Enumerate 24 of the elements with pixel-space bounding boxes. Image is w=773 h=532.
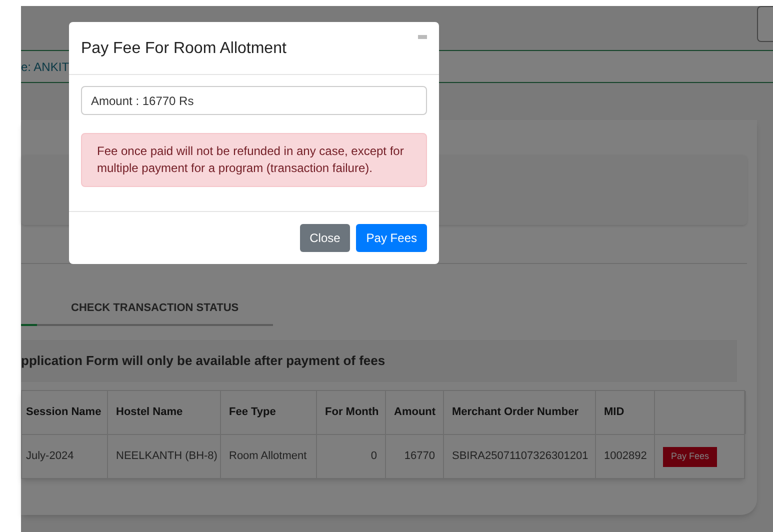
table-cell-text: 16770 (404, 449, 435, 464)
refund-alert: Fee once paid will not be refunded in any case, except for multiple payment for a program (transaction failure). (81, 133, 427, 187)
table-cell-text: SBIRA25071107326301201 (452, 449, 588, 464)
header-button[interactable] (757, 6, 773, 42)
notice-text: pplication Form will only be available after payment of fees (21, 352, 386, 370)
column-header: For Month (325, 405, 379, 420)
pay-fees-button[interactable]: Pay Fees (663, 446, 718, 466)
table-cell-text: 1002892 (604, 449, 647, 464)
column-header: Session Name (26, 405, 102, 420)
student-name: e: ANKIT (21, 58, 70, 76)
pay-fees-button[interactable]: Pay Fees (356, 224, 427, 252)
table-cell-text: July-2024 (26, 449, 74, 464)
dialog-title: Pay Fee For Room Allotment (81, 39, 286, 59)
column-header: MID (604, 405, 624, 420)
amount-field[interactable]: Amount : 16770 Rs (81, 86, 427, 115)
close-button[interactable]: Close (300, 224, 350, 252)
table-cell-text: NEELKANTH (BH-8) (116, 449, 218, 464)
table-cell-text: Room Allotment (229, 449, 307, 464)
column-header: Hostel Name (116, 405, 183, 420)
column-header: Amount (394, 405, 436, 420)
table-cell-text: 0 (370, 449, 377, 464)
tab[interactable]: CHECK TRANSACTION STATUS (37, 300, 273, 326)
column-header: Merchant Order Number (452, 405, 579, 420)
column-header: Fee Type (229, 405, 276, 420)
